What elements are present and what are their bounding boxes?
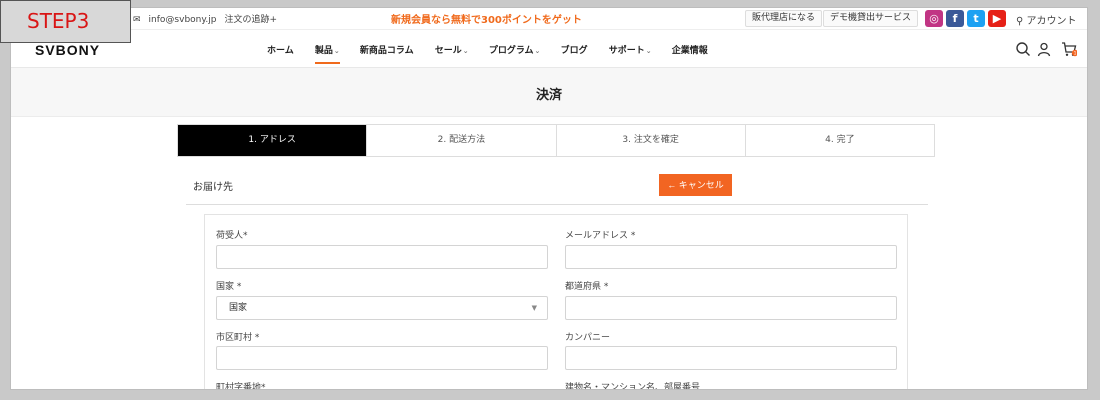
chevron-down-icon: ⌄ [534, 47, 541, 55]
nav-item-blog[interactable]: ブログ [561, 43, 589, 56]
prefecture-input[interactable] [565, 296, 897, 320]
cancel-button[interactable]: ← キャンセル [659, 174, 732, 196]
instagram-icon[interactable]: ◎ [925, 10, 943, 27]
email-field[interactable] [565, 245, 897, 269]
nav-item-support[interactable]: サポート⌄ [609, 43, 652, 56]
nav-label: 企業情報 [671, 46, 708, 56]
cart-count: 1 [1074, 51, 1077, 57]
country-select[interactable]: 国家 ▼ [216, 296, 548, 320]
chevron-down-icon: ⌄ [645, 47, 652, 55]
nav-label: セール [434, 46, 462, 56]
nav-label: 製品 [314, 46, 333, 56]
cart-icon[interactable]: 1 [1061, 41, 1077, 57]
site-header: SVBONY ホーム 製品⌄ 新商品コラム セール⌄ プログラム⌄ ブログ サポ… [11, 30, 1087, 68]
step-complete[interactable]: 4. 完了 [745, 125, 934, 156]
twitter-icon[interactable]: t [967, 10, 985, 27]
divider [186, 204, 928, 205]
page-title-bar: 決済 [11, 68, 1087, 117]
prefecture-label: 都道府県 * [565, 282, 609, 292]
step-badge: STEP3 [0, 0, 131, 43]
become-dealer-button[interactable]: 販代理店になる [745, 10, 823, 27]
main-nav: ホーム 製品⌄ 新商品コラム セール⌄ プログラム⌄ ブログ サポート⌄ 企業情… [267, 43, 726, 64]
nav-label: サポート [608, 46, 645, 56]
city-input[interactable] [216, 346, 548, 370]
country-selected-value: 国家 [229, 303, 248, 313]
browser-frame: ✉ info@svbony.jp 注文の追跡+ 新規会員なら無料で300ポイントをゲ… [10, 7, 1088, 390]
nav-item-company[interactable]: 企業情報 [672, 43, 709, 56]
step-shipping-method[interactable]: 2. 配送方法 [367, 125, 557, 156]
step-confirm-order[interactable]: 3. 注文を確定 [556, 125, 746, 156]
promo-banner[interactable]: 新規会員なら無料で300ポイントをゲット [391, 11, 582, 26]
contact-info: ✉ info@svbony.jp 注文の追跡+ [133, 12, 285, 25]
chevron-down-icon: ⌄ [333, 47, 340, 55]
order-tracking-link[interactable]: 注文の追跡+ [224, 15, 277, 25]
top-bar: ✉ info@svbony.jp 注文の追跡+ 新規会員なら無料で300ポイントをゲ… [11, 8, 1087, 30]
street-label: 町村字番地* [216, 383, 266, 390]
nav-label: 新商品コラム [359, 46, 414, 56]
account-label: アカウント [1026, 16, 1077, 27]
user-icon[interactable] [1036, 41, 1052, 57]
nav-item-products[interactable]: 製品⌄ [314, 43, 340, 64]
recipient-label: 荷受人* [216, 231, 248, 241]
youtube-icon[interactable]: ▶ [988, 10, 1006, 27]
address-form: 荷受人* メールアドレス * 国家 * 国家 ▼ 都道府県 * 市区町村 * カ… [204, 214, 908, 390]
city-label: 市区町村 * [216, 333, 260, 343]
search-icon[interactable] [1015, 41, 1031, 57]
section-title: お届け先 [193, 182, 233, 193]
logo[interactable]: SVBONY [35, 42, 100, 58]
nav-item-home[interactable]: ホーム [267, 43, 295, 56]
facebook-icon[interactable]: f [946, 10, 964, 27]
company-label: カンパニー [565, 333, 611, 343]
nav-item-sale[interactable]: セール⌄ [435, 43, 469, 56]
nav-label: ブログ [560, 46, 588, 56]
page-title: 決済 [535, 88, 562, 103]
company-input[interactable] [565, 346, 897, 370]
user-icon: ⚲ [1016, 16, 1024, 27]
nav-item-new-column[interactable]: 新商品コラム [360, 43, 415, 56]
nav-item-program[interactable]: プログラム⌄ [489, 43, 541, 56]
building-label: 建物名・マンション名、部屋番号 [565, 383, 701, 390]
email-link[interactable]: info@svbony.jp [149, 15, 217, 25]
nav-label: ホーム [267, 46, 294, 56]
account-link[interactable]: ⚲ アカウント [1016, 12, 1077, 27]
recipient-input[interactable] [216, 245, 548, 269]
checkout-steps: 1. アドレス 2. 配送方法 3. 注文を確定 4. 完了 [177, 124, 935, 157]
step-address[interactable]: 1. アドレス [178, 125, 368, 156]
country-label: 国家 * [216, 282, 242, 292]
email-label: メールアドレス * [565, 231, 636, 241]
chevron-down-icon: ⌄ [462, 47, 469, 55]
nav-label: プログラム [488, 46, 534, 56]
mail-icon: ✉ [133, 15, 141, 25]
chevron-down-icon: ▼ [531, 304, 537, 312]
demo-rental-button[interactable]: デモ機貸出サービス [823, 10, 919, 27]
